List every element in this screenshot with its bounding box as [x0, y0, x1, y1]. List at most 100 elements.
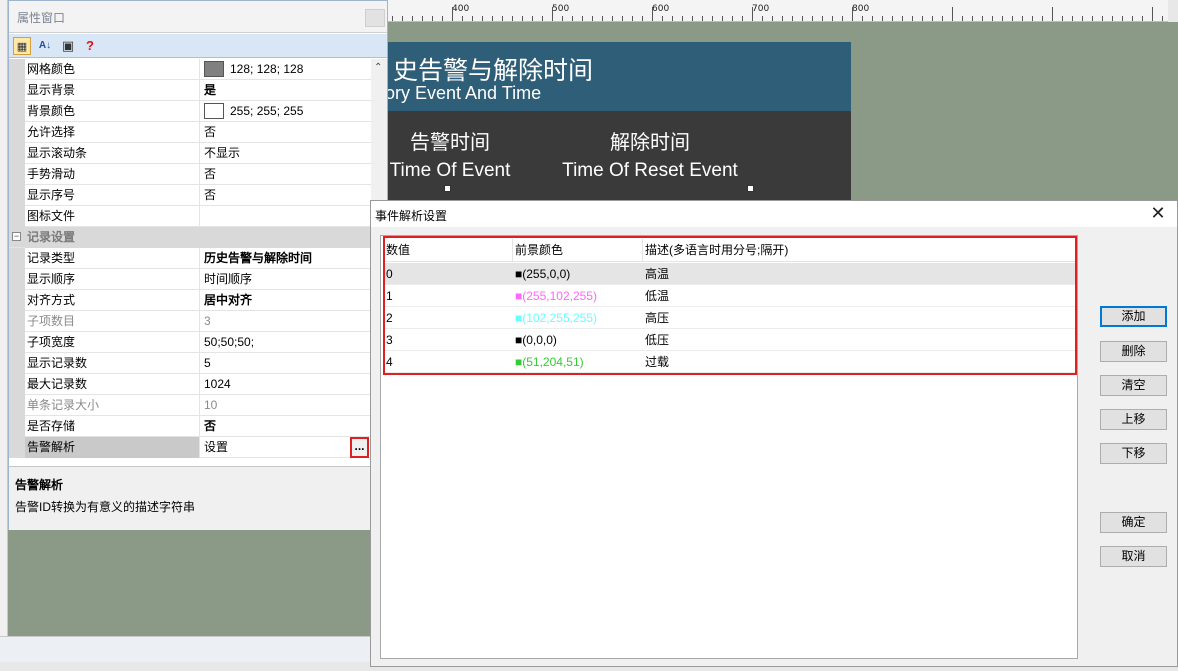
property-value[interactable]: 否 — [200, 416, 371, 437]
ruler-tick — [392, 16, 393, 21]
property-row[interactable]: 子项宽度 50;50;50; — [9, 332, 371, 353]
property-category[interactable]: − 记录设置 — [9, 227, 371, 248]
property-row[interactable]: 显示顺序 时间顺序 — [9, 269, 371, 290]
close-icon[interactable]: ✕ — [1149, 203, 1167, 223]
alphabetical-sort-icon[interactable]: A↓ — [36, 37, 54, 55]
ruler-tick — [572, 16, 573, 21]
widget-title-bar: 史告警与解除时间 ory Event And Time — [385, 42, 851, 111]
property-row[interactable]: 最大记录数 1024 — [9, 374, 371, 395]
row-gutter — [9, 290, 25, 311]
property-value[interactable]: 5 — [200, 353, 371, 374]
dialog-titlebar[interactable]: 事件解析设置 ✕ — [371, 201, 1177, 227]
ruler-tick — [1152, 7, 1153, 21]
resize-handle[interactable] — [747, 185, 754, 192]
property-value[interactable]: 历史告警与解除时间 — [200, 248, 371, 269]
property-value[interactable]: 255; 255; 255 — [200, 101, 371, 122]
property-row[interactable]: 子项数目 3 — [9, 311, 371, 332]
row-gutter — [9, 311, 25, 332]
property-row[interactable]: 显示滚动条 不显示 — [9, 143, 371, 164]
column-header-color[interactable]: 前景颜色 — [513, 239, 643, 262]
ok-button[interactable]: 确定 — [1100, 512, 1167, 533]
move-down-button[interactable]: 下移 — [1100, 443, 1167, 464]
list-item[interactable]: 3 ■(0,0,0) 低压 — [385, 329, 1075, 351]
ruler-tick — [802, 16, 803, 21]
property-value[interactable]: 50;50;50; — [200, 332, 371, 353]
property-row[interactable]: 是否存储否 — [9, 416, 371, 437]
item-description: 高温 — [645, 267, 670, 281]
property-value[interactable]: 居中对齐 — [200, 290, 371, 311]
row-gutter — [9, 248, 25, 269]
list-item[interactable]: 1 ■(255,102,255) 低温 — [385, 285, 1075, 307]
property-row[interactable]: 允许选择否 — [9, 122, 371, 143]
color-swatch — [204, 102, 224, 119]
scroll-up-icon[interactable]: ⌃ — [374, 62, 382, 73]
property-value[interactable]: 128; 128; 128 — [200, 59, 371, 80]
ellipsis-button[interactable]: ... — [350, 437, 369, 458]
item-description: 低温 — [645, 289, 670, 303]
property-value[interactable]: 时间顺序 — [200, 269, 371, 290]
ruler-tick — [672, 16, 673, 21]
property-window-titlebar[interactable]: 属性窗口 — [9, 1, 387, 33]
property-pages-icon[interactable]: ▣ — [59, 37, 77, 55]
ruler-tick — [592, 16, 593, 21]
collapse-toggle-icon[interactable]: − — [12, 232, 21, 241]
clear-button[interactable]: 清空 — [1100, 375, 1167, 396]
ruler-tick — [762, 16, 763, 21]
ruler-tick — [602, 16, 603, 21]
property-row[interactable]: 手势滑动否 — [9, 164, 371, 185]
close-button[interactable] — [365, 9, 385, 27]
color-swatch — [204, 60, 224, 77]
property-row[interactable]: 背景颜色 255; 255; 255 — [9, 101, 371, 122]
list-item[interactable]: 2 ■(102,255,255) 高压 — [385, 307, 1075, 329]
cancel-button[interactable]: 取消 — [1100, 546, 1167, 567]
property-value[interactable]: 否 — [200, 164, 371, 185]
property-value[interactable]: 不显示 — [200, 143, 371, 164]
property-row[interactable]: 显示记录数 5 — [9, 353, 371, 374]
add-button[interactable]: 添加 — [1100, 306, 1167, 327]
column-header-value[interactable]: 数值 — [385, 239, 513, 262]
property-name: 允许选择 — [25, 122, 200, 143]
event-list[interactable]: 数值 前景颜色 描述(多语言时用分号;隔开) 0 ■(255,0,0) 高温 1 ■(2… — [380, 235, 1078, 659]
column-title-english: Time Of Reset Event — [562, 160, 738, 181]
property-name: 手势滑动 — [25, 164, 200, 185]
delete-button[interactable]: 删除 — [1100, 341, 1167, 362]
resize-handle[interactable] — [444, 185, 451, 192]
ruler-tick — [862, 16, 863, 21]
row-gutter — [9, 80, 25, 101]
property-value[interactable] — [200, 206, 371, 227]
property-window: 属性窗口 ▦ A↓ ▣ ? 网格颜色 128; 128; 128 显示背景是背景颜色… — [8, 0, 388, 530]
ruler-tick — [982, 16, 983, 21]
property-value-text: 不显示 — [204, 146, 241, 160]
property-value[interactable]: 10 — [200, 395, 371, 416]
categorized-view-icon[interactable]: ▦ — [13, 37, 31, 55]
property-value[interactable]: 否 — [200, 122, 371, 143]
history-alarm-widget[interactable]: 史告警与解除时间 ory Event And Time 告警时间 Time Of… — [385, 42, 851, 202]
column-header-description[interactable]: 描述(多语言时用分号;隔开) — [643, 239, 1075, 262]
property-row[interactable]: 对齐方式 居中对齐 — [9, 290, 371, 311]
list-item[interactable]: 4 ■(51,204,51) 过载 — [385, 351, 1075, 373]
column-title-chinese: 告警时间 — [410, 130, 490, 154]
property-row[interactable]: 网格颜色 128; 128; 128 — [9, 59, 371, 80]
property-row[interactable]: 单条记录大小 10 — [9, 395, 371, 416]
property-name: 子项数目 — [25, 311, 200, 332]
property-name: 显示背景 — [25, 80, 200, 101]
property-row[interactable]: 图标文件 — [9, 206, 371, 227]
property-value[interactable]: 设置... — [200, 437, 371, 458]
help-icon[interactable]: ? — [81, 37, 99, 55]
ruler-label: 800 — [852, 4, 870, 14]
ruler-tick — [1052, 7, 1053, 21]
property-window-title: 属性窗口 — [17, 11, 66, 25]
property-value[interactable]: 3 — [200, 311, 371, 332]
property-value[interactable]: 否 — [200, 185, 371, 206]
property-value[interactable]: 1024 — [200, 374, 371, 395]
property-value[interactable]: 是 — [200, 80, 371, 101]
ruler-tick — [932, 16, 933, 21]
move-up-button[interactable]: 上移 — [1100, 409, 1167, 430]
list-item[interactable]: 0 ■(255,0,0) 高温 — [385, 263, 1075, 285]
property-row[interactable]: 显示序号否 — [9, 185, 371, 206]
property-row[interactable]: 显示背景是 — [9, 80, 371, 101]
ruler-tick — [662, 16, 663, 21]
property-row[interactable]: 告警解析 设置... — [9, 437, 371, 458]
property-row[interactable]: 记录类型 历史告警与解除时间 — [9, 248, 371, 269]
item-description: 低压 — [645, 333, 670, 347]
